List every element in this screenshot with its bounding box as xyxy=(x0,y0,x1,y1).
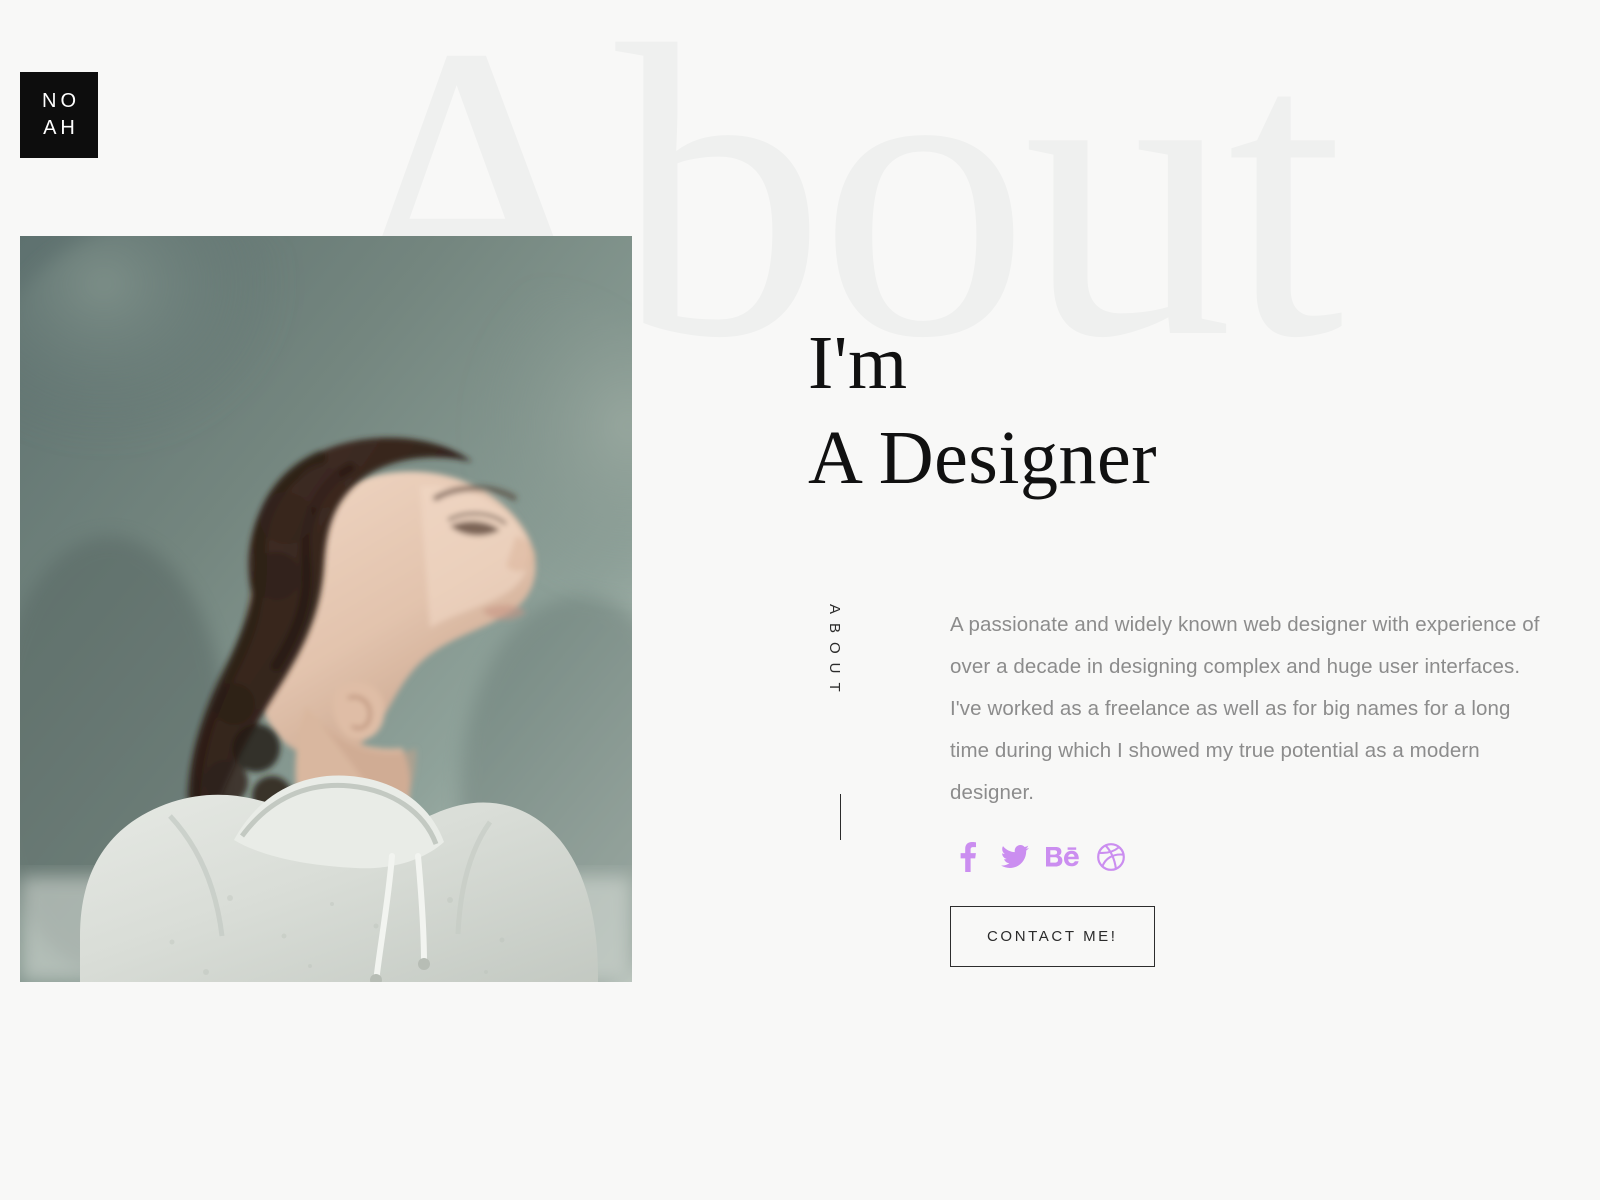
behance-icon[interactable] xyxy=(1046,840,1080,874)
portrait-illustration xyxy=(20,236,632,982)
section-vertical-label: ABOUT xyxy=(826,604,843,701)
vertical-rule xyxy=(840,794,841,840)
twitter-icon[interactable] xyxy=(998,840,1032,874)
facebook-glyph xyxy=(960,842,976,872)
about-portrait-photo xyxy=(20,236,632,982)
about-paragraph: A passionate and widely known web design… xyxy=(950,613,1540,804)
about-body-row: ABOUT A passionate and widely known web … xyxy=(800,604,1560,967)
headline-line-1: I'm xyxy=(808,321,908,405)
dribbble-glyph xyxy=(1097,843,1125,871)
contact-me-button[interactable]: CONTACT ME! xyxy=(950,906,1155,967)
social-links xyxy=(950,840,1560,874)
twitter-glyph xyxy=(1001,845,1029,868)
facebook-icon[interactable] xyxy=(950,840,984,874)
headline-line-2: A Designer xyxy=(808,416,1158,500)
about-content: I'm A Designer ABOUT A passionate and wi… xyxy=(800,316,1560,967)
vertical-label-group: ABOUT xyxy=(800,604,950,840)
logo-line-1: NO xyxy=(42,90,80,112)
about-text-column: A passionate and widely known web design… xyxy=(950,604,1560,967)
behance-glyph xyxy=(1046,847,1079,867)
page-title: I'm A Designer xyxy=(808,316,1560,506)
logo-line-2: AH xyxy=(43,117,79,139)
dribbble-icon[interactable] xyxy=(1094,840,1128,874)
site-logo[interactable]: NO AH xyxy=(20,72,98,158)
